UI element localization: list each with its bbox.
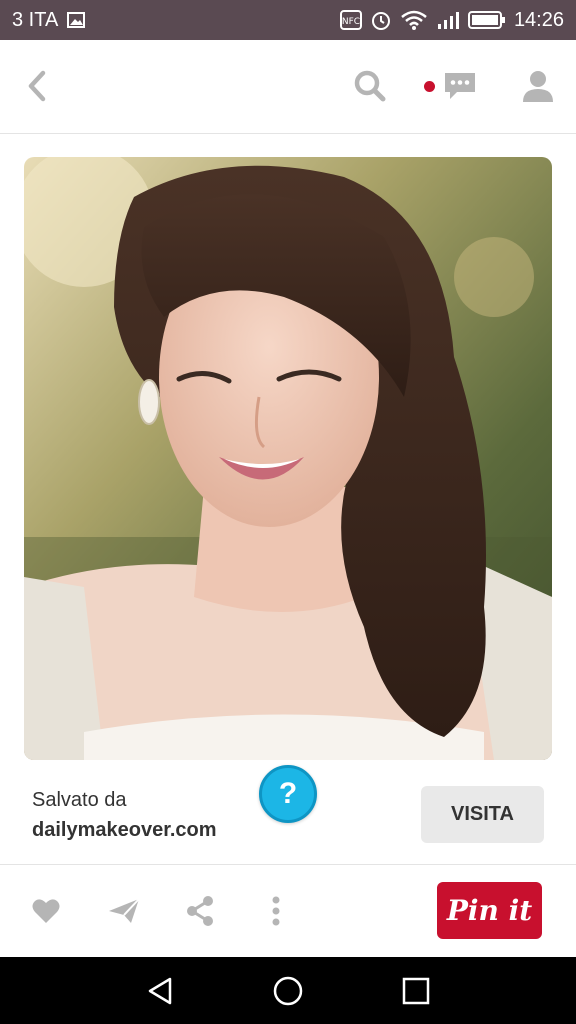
more-button[interactable] xyxy=(256,891,296,931)
help-icon: ? xyxy=(278,777,298,810)
nav-recents-button[interactable] xyxy=(396,971,436,1011)
system-nav-bar xyxy=(0,957,576,1024)
share-button[interactable] xyxy=(180,891,220,931)
battery-icon xyxy=(467,10,506,30)
nfc-icon: NFC xyxy=(339,10,362,30)
profile-button[interactable] xyxy=(516,64,560,108)
wifi-icon xyxy=(400,10,428,30)
search-icon xyxy=(354,70,386,102)
help-button[interactable]: ? xyxy=(259,765,317,823)
share-icon xyxy=(187,896,213,926)
back-button[interactable] xyxy=(18,66,54,106)
messages-button[interactable] xyxy=(424,64,486,108)
photo-image xyxy=(24,157,552,760)
nav-recents-icon xyxy=(402,977,430,1005)
nfc-label: NFC xyxy=(342,17,360,27)
nav-home-button[interactable] xyxy=(268,971,308,1011)
alarm-icon xyxy=(370,9,392,31)
send-icon xyxy=(109,898,140,923)
send-button[interactable] xyxy=(104,891,144,931)
back-arrow-icon xyxy=(28,70,46,102)
visit-button[interactable]: VISITA xyxy=(421,786,544,843)
status-right: NFC 14:26 xyxy=(339,8,564,32)
clock-time: 14:26 xyxy=(513,8,564,31)
pin-image[interactable] xyxy=(24,157,552,760)
nav-back-icon xyxy=(148,977,172,1005)
status-bar: 3 ITA NFC 14:26 xyxy=(0,0,576,40)
nav-back-button[interactable] xyxy=(140,971,180,1011)
top-bar xyxy=(0,40,576,134)
more-icon xyxy=(272,896,280,926)
search-button[interactable] xyxy=(350,66,390,106)
profile-icon xyxy=(523,71,553,102)
nav-home-icon xyxy=(273,976,303,1006)
action-bar: Pin it xyxy=(0,865,576,957)
notification-dot-icon xyxy=(424,80,435,92)
saved-from-label: Salvato da xyxy=(32,789,127,811)
source-block: Salvato da dailymakeover.com xyxy=(32,786,292,846)
source-link[interactable]: dailymakeover.com xyxy=(32,814,292,846)
carrier-label: 3 ITA xyxy=(12,8,59,31)
status-left: 3 ITA xyxy=(12,9,86,32)
like-button[interactable] xyxy=(26,891,66,931)
image-icon xyxy=(66,10,86,30)
messages-icon xyxy=(445,73,475,99)
pin-it-button[interactable]: Pin it xyxy=(437,882,542,939)
signal-icon xyxy=(436,10,460,30)
heart-icon xyxy=(32,899,60,923)
